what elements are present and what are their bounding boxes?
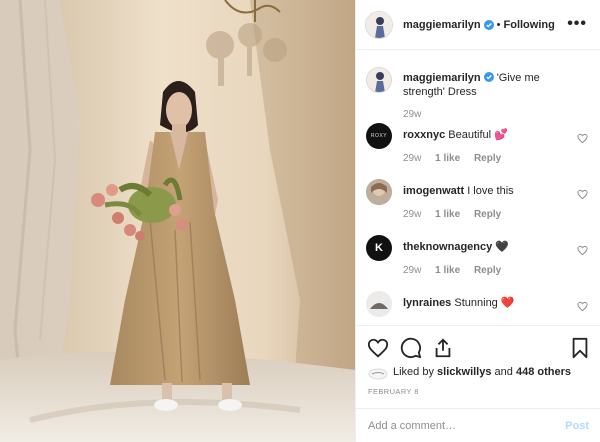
comment-meta: 29w 1 like Reply [403,153,512,164]
comment-body: lynraines Stunning ❤️ [403,296,581,310]
add-comment-bar: Post [356,408,600,442]
comment-time[interactable]: 29w [403,153,421,164]
comment-text: Beautiful [448,129,492,141]
liker-avatar-icon [368,368,388,380]
comment-text: I love this [467,185,514,197]
comment-emoji: 💕 [494,129,508,141]
comments-list: maggiemarilyn 'Give me strength' Dress 2… [356,51,600,325]
comment-meta: 29w 1 like Reply [403,265,512,276]
reply-button[interactable]: Reply [474,209,501,220]
instagram-post: maggiemarilyn • Following ••• maggiemari… [0,0,600,442]
comment-like-heart-icon[interactable] [577,245,588,256]
liked-by-others[interactable]: 448 others [516,366,571,378]
comment-emoji: 🖤 [495,241,510,253]
profile-picture-icon [366,179,392,205]
comment-body: imogenwatt I love this [403,184,581,198]
comment-likes[interactable]: 1 like [435,209,460,220]
following-button[interactable]: Following [504,19,555,31]
post-header: maggiemarilyn • Following ••• [356,0,600,50]
post-date[interactable]: FEBRUARY 8 [368,387,419,396]
caption-username[interactable]: maggiemarilyn [403,72,481,84]
comment-likes[interactable]: 1 like [435,265,460,276]
avatar[interactable] [365,10,393,39]
comment-emoji: ❤️ [500,297,515,309]
photo-illustration [0,0,355,442]
likes-summary: Liked by slickwillys and 448 others [393,366,571,378]
comment-like-heart-icon[interactable] [577,301,588,312]
comment-username[interactable]: lynraines [403,297,451,309]
avatar[interactable]: K [366,235,392,261]
post-actions: Liked by slickwillys and 448 others FEBR… [356,325,600,442]
header-username[interactable]: maggiemarilyn [403,19,481,31]
comment-time[interactable]: 29w [403,265,421,276]
caption-body: maggiemarilyn 'Give me strength' Dress [403,71,581,99]
share-upload-icon[interactable] [432,337,454,359]
post-comment-button[interactable]: Post [565,420,589,432]
comment-username[interactable]: roxxnyc [403,129,445,141]
avatar-text: ROXY [370,133,388,139]
liked-by-user[interactable]: slickwillys [437,366,491,378]
liked-by-label: Liked by [393,366,434,378]
avatar[interactable] [366,179,392,205]
avatar[interactable]: ROXY [366,123,392,149]
post-photo[interactable] [0,0,355,442]
avatar-text: K [375,242,383,254]
comment-like-heart-icon[interactable] [577,189,588,200]
more-options-icon[interactable]: ••• [567,16,587,32]
comment-likes[interactable]: 1 like [435,153,460,164]
reply-button[interactable]: Reply [474,153,501,164]
verified-badge-icon [483,72,494,82]
profile-picture-icon [366,11,392,38]
profile-picture-icon [366,291,392,317]
bookmark-save-icon[interactable] [569,337,591,359]
comment-username[interactable]: imogenwatt [403,185,464,197]
avatar[interactable] [366,291,392,317]
comment-input[interactable] [368,417,548,435]
verified-badge-icon [483,19,494,30]
comment-text: Stunning [454,297,498,309]
comment-bubble-icon[interactable] [400,337,422,359]
profile-picture-icon [375,72,385,92]
separator-dot: • [496,18,501,31]
comment-meta: 29w 1 like Reply [403,209,512,220]
liked-by-conj: and [494,366,513,378]
comment-body: theknownagency 🖤 [403,240,581,254]
comment-time[interactable]: 29w [403,209,421,220]
like-heart-icon[interactable] [367,337,389,359]
comment-username[interactable]: theknownagency [403,241,492,253]
caption-time[interactable]: 29w [403,109,421,120]
reply-button[interactable]: Reply [474,265,501,276]
comment-body: roxxnyc Beautiful 💕 [403,128,581,142]
caption-meta: 29w [403,109,432,120]
comment-like-heart-icon[interactable] [577,133,588,144]
post-sidebar: maggiemarilyn • Following ••• maggiemari… [355,0,600,442]
avatar[interactable] [366,67,392,93]
